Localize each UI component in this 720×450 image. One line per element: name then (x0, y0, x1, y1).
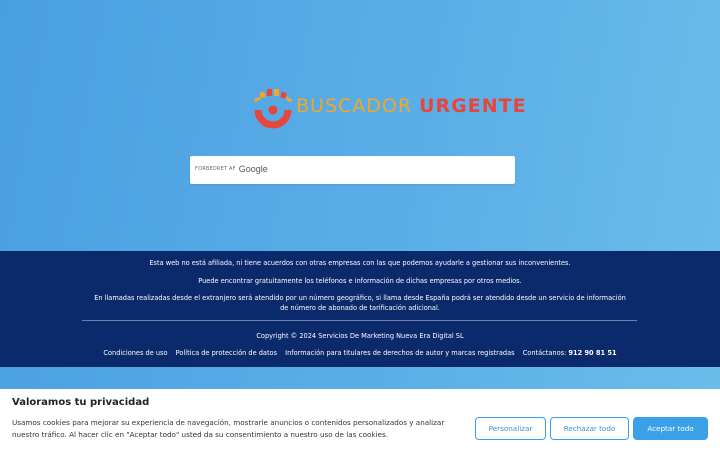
footer-disclaimer-3: En llamadas realizadas desde el extranje… (94, 294, 626, 312)
contact-label: Contáctanos: (522, 349, 567, 357)
logo-word-2: URGENTE (419, 95, 527, 117)
reject-all-button[interactable]: Rechazar todo (550, 417, 629, 440)
footer-disclaimer-1: Esta web no está afiliada, ni tiene acue… (149, 259, 571, 267)
cookie-banner: Valoramos tu privacidad Usamos cookies p… (0, 389, 720, 450)
contact[interactable]: Contáctanos: 912 90 81 51 (523, 349, 617, 357)
link-copyright-info[interactable]: Información para titulares de derechos d… (285, 349, 514, 357)
copyright: Copyright © 2024 Servicios De Marketing … (256, 332, 464, 340)
hero: BUSCADOR URGENTE FORBEDRET AF Google (0, 0, 720, 251)
cookie-title: Valoramos tu privacidad (12, 397, 150, 408)
contact-phone[interactable]: 912 90 81 51 (568, 349, 616, 357)
footer: Esta web no está afiliada, ni tiene acue… (0, 251, 720, 367)
link-terms[interactable]: Condiciones de uso (103, 349, 167, 357)
footer-links: Condiciones de uso Política de protecció… (0, 349, 720, 357)
logo[interactable]: BUSCADOR URGENTE (252, 88, 526, 134)
google-branding: FORBEDRET AF Google (195, 164, 268, 174)
search-input[interactable]: FORBEDRET AF Google (190, 156, 515, 184)
customize-button[interactable]: Personalizar (475, 417, 546, 440)
google-logo: Google (238, 164, 268, 174)
branding-prefix: FORBEDRET AF (195, 166, 236, 172)
link-privacy[interactable]: Política de protección de datos (176, 349, 277, 357)
footer-divider (82, 320, 637, 321)
accept-all-button[interactable]: Aceptar todo (633, 417, 708, 440)
logo-emblem-icon (253, 89, 293, 129)
footer-disclaimer-2: Puede encontrar gratuitamente los teléfo… (198, 277, 522, 285)
cookie-text: Usamos cookies para mejorar su experienc… (12, 418, 445, 439)
logo-word-1: BUSCADOR (296, 95, 413, 117)
